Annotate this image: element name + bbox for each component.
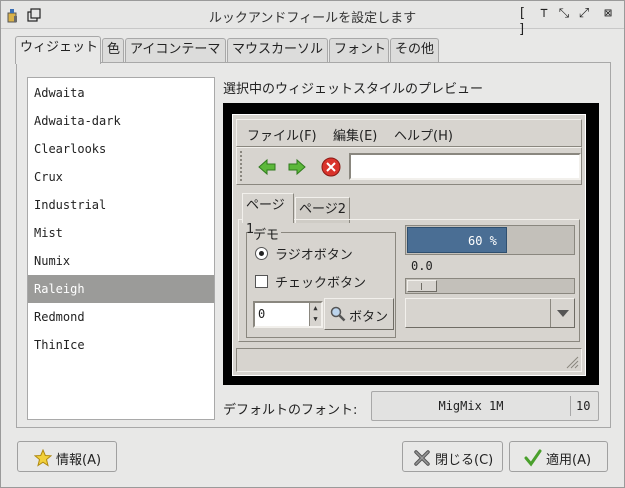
- back-arrow-icon[interactable]: [257, 157, 277, 177]
- font-name: MigMix 1M: [438, 399, 504, 413]
- close-window-icon[interactable]: ⊠: [600, 6, 616, 22]
- settings-window: ルックアンドフィールを設定します [ ] ⊤ ⤡ ⤢ ⊠ ウィジェット 色 アイ…: [0, 0, 625, 488]
- maximize-icon[interactable]: ⤢: [576, 6, 592, 22]
- maximize-fullscreen-icon[interactable]: [ ]: [514, 6, 530, 37]
- tab-mouse-cursor[interactable]: マウスカーソル: [227, 38, 328, 62]
- radio-label[interactable]: ラジオボタン: [275, 244, 353, 263]
- list-item[interactable]: Numix: [28, 247, 214, 275]
- preview-menubar: ファイル(F) 編集(E) ヘルプ(H): [236, 119, 582, 147]
- star-icon: [34, 449, 52, 467]
- preview-tab-page1[interactable]: ページ1: [242, 193, 294, 237]
- scale-slider[interactable]: [407, 280, 437, 292]
- about-button-label: 情報(A): [56, 453, 102, 468]
- tab-other[interactable]: その他: [390, 38, 439, 62]
- close-x-icon: [414, 450, 430, 466]
- demo-radio-button[interactable]: [255, 247, 268, 260]
- list-item[interactable]: Mist: [28, 219, 214, 247]
- menu-edit[interactable]: 編集(E): [333, 125, 377, 144]
- demo-combo-box[interactable]: [405, 298, 575, 328]
- window-title: ルックアンドフィールを設定します: [208, 11, 417, 26]
- preview-label: 選択中のウィジェットスタイルのプレビュー: [223, 82, 484, 97]
- demo-frame: デモ ラジオボタン チェックボタン 0 ▲ ▼ ボタン: [246, 224, 396, 338]
- list-item[interactable]: Industrial: [28, 191, 214, 219]
- list-item-selected[interactable]: Raleigh: [28, 275, 214, 303]
- preview-area: ファイル(F) 編集(E) ヘルプ(H) ページ1 ページ2 デモ ラジオボタン…: [223, 103, 599, 385]
- preview-notebook: デモ ラジオボタン チェックボタン 0 ▲ ▼ ボタン 60 % 0.0: [238, 219, 580, 342]
- list-item[interactable]: Crux: [28, 163, 214, 191]
- font-separator: [570, 396, 571, 416]
- default-font-label: デフォルトのフォント:: [223, 403, 358, 418]
- spin-value: 0: [258, 307, 266, 321]
- preview-statusbar: [236, 348, 582, 372]
- progress-fill: 60 %: [407, 227, 507, 253]
- apply-button-label: 適用(A): [546, 453, 592, 468]
- menu-help[interactable]: ヘルプ(H): [394, 125, 453, 144]
- scale-value: 0.0: [411, 259, 433, 273]
- toolbar-grip[interactable]: [240, 151, 246, 181]
- tab-font[interactable]: フォント: [329, 38, 389, 62]
- chevron-down-icon: [557, 310, 569, 317]
- menu-file[interactable]: ファイル(F): [247, 125, 317, 144]
- tab-color[interactable]: 色: [102, 38, 124, 62]
- demo-button[interactable]: ボタン: [324, 298, 394, 330]
- apply-button[interactable]: 適用(A): [509, 441, 608, 472]
- demo-scale[interactable]: [405, 278, 575, 294]
- close-button[interactable]: 閉じる(C): [402, 441, 503, 472]
- list-item[interactable]: Clearlooks: [28, 135, 214, 163]
- forward-arrow-icon[interactable]: [287, 157, 307, 177]
- progress-text: 60 %: [468, 234, 497, 248]
- checkmark-icon: [524, 449, 542, 467]
- titlebar[interactable]: ルックアンドフィールを設定します [ ] ⊤ ⤡ ⤢ ⊠: [1, 1, 624, 37]
- search-icon: [330, 306, 346, 322]
- demo-check-button[interactable]: [255, 275, 268, 288]
- tab-widget[interactable]: ウィジェット: [15, 36, 101, 64]
- demo-spin-button[interactable]: 0 ▲ ▼: [253, 301, 323, 328]
- check-label[interactable]: チェックボタン: [275, 272, 366, 291]
- demo-button-label: ボタン: [349, 310, 389, 325]
- tab-icon-theme[interactable]: アイコンテーマ: [125, 38, 226, 62]
- about-button[interactable]: 情報(A): [17, 441, 117, 472]
- demo-frame-title: デモ: [251, 224, 282, 243]
- preview-window: ファイル(F) 編集(E) ヘルプ(H) ページ1 ページ2 デモ ラジオボタン…: [232, 114, 586, 376]
- stop-icon[interactable]: [321, 157, 341, 177]
- font-size: 10: [576, 399, 591, 413]
- preview-toolbar: [236, 147, 582, 185]
- list-item[interactable]: Adwaita: [28, 79, 214, 107]
- spin-arrows[interactable]: ▲ ▼: [309, 303, 321, 326]
- combo-arrow[interactable]: [550, 299, 574, 327]
- minimize-icon[interactable]: ⤡: [556, 6, 572, 22]
- font-chooser-button[interactable]: MigMix 1M 10: [371, 391, 599, 421]
- keep-on-top-icon[interactable]: ⊤: [536, 6, 552, 22]
- toolbar-text-entry[interactable]: [349, 153, 581, 180]
- list-item[interactable]: Adwaita-dark: [28, 107, 214, 135]
- list-item[interactable]: ThinIce: [28, 331, 214, 359]
- theme-list[interactable]: Adwaita Adwaita-dark Clearlooks Crux Ind…: [27, 77, 215, 420]
- close-button-label: 閉じる(C): [435, 453, 494, 468]
- list-item[interactable]: Redmond: [28, 303, 214, 331]
- resize-grip-icon[interactable]: [563, 353, 579, 369]
- demo-progress-bar: 60 %: [405, 225, 575, 255]
